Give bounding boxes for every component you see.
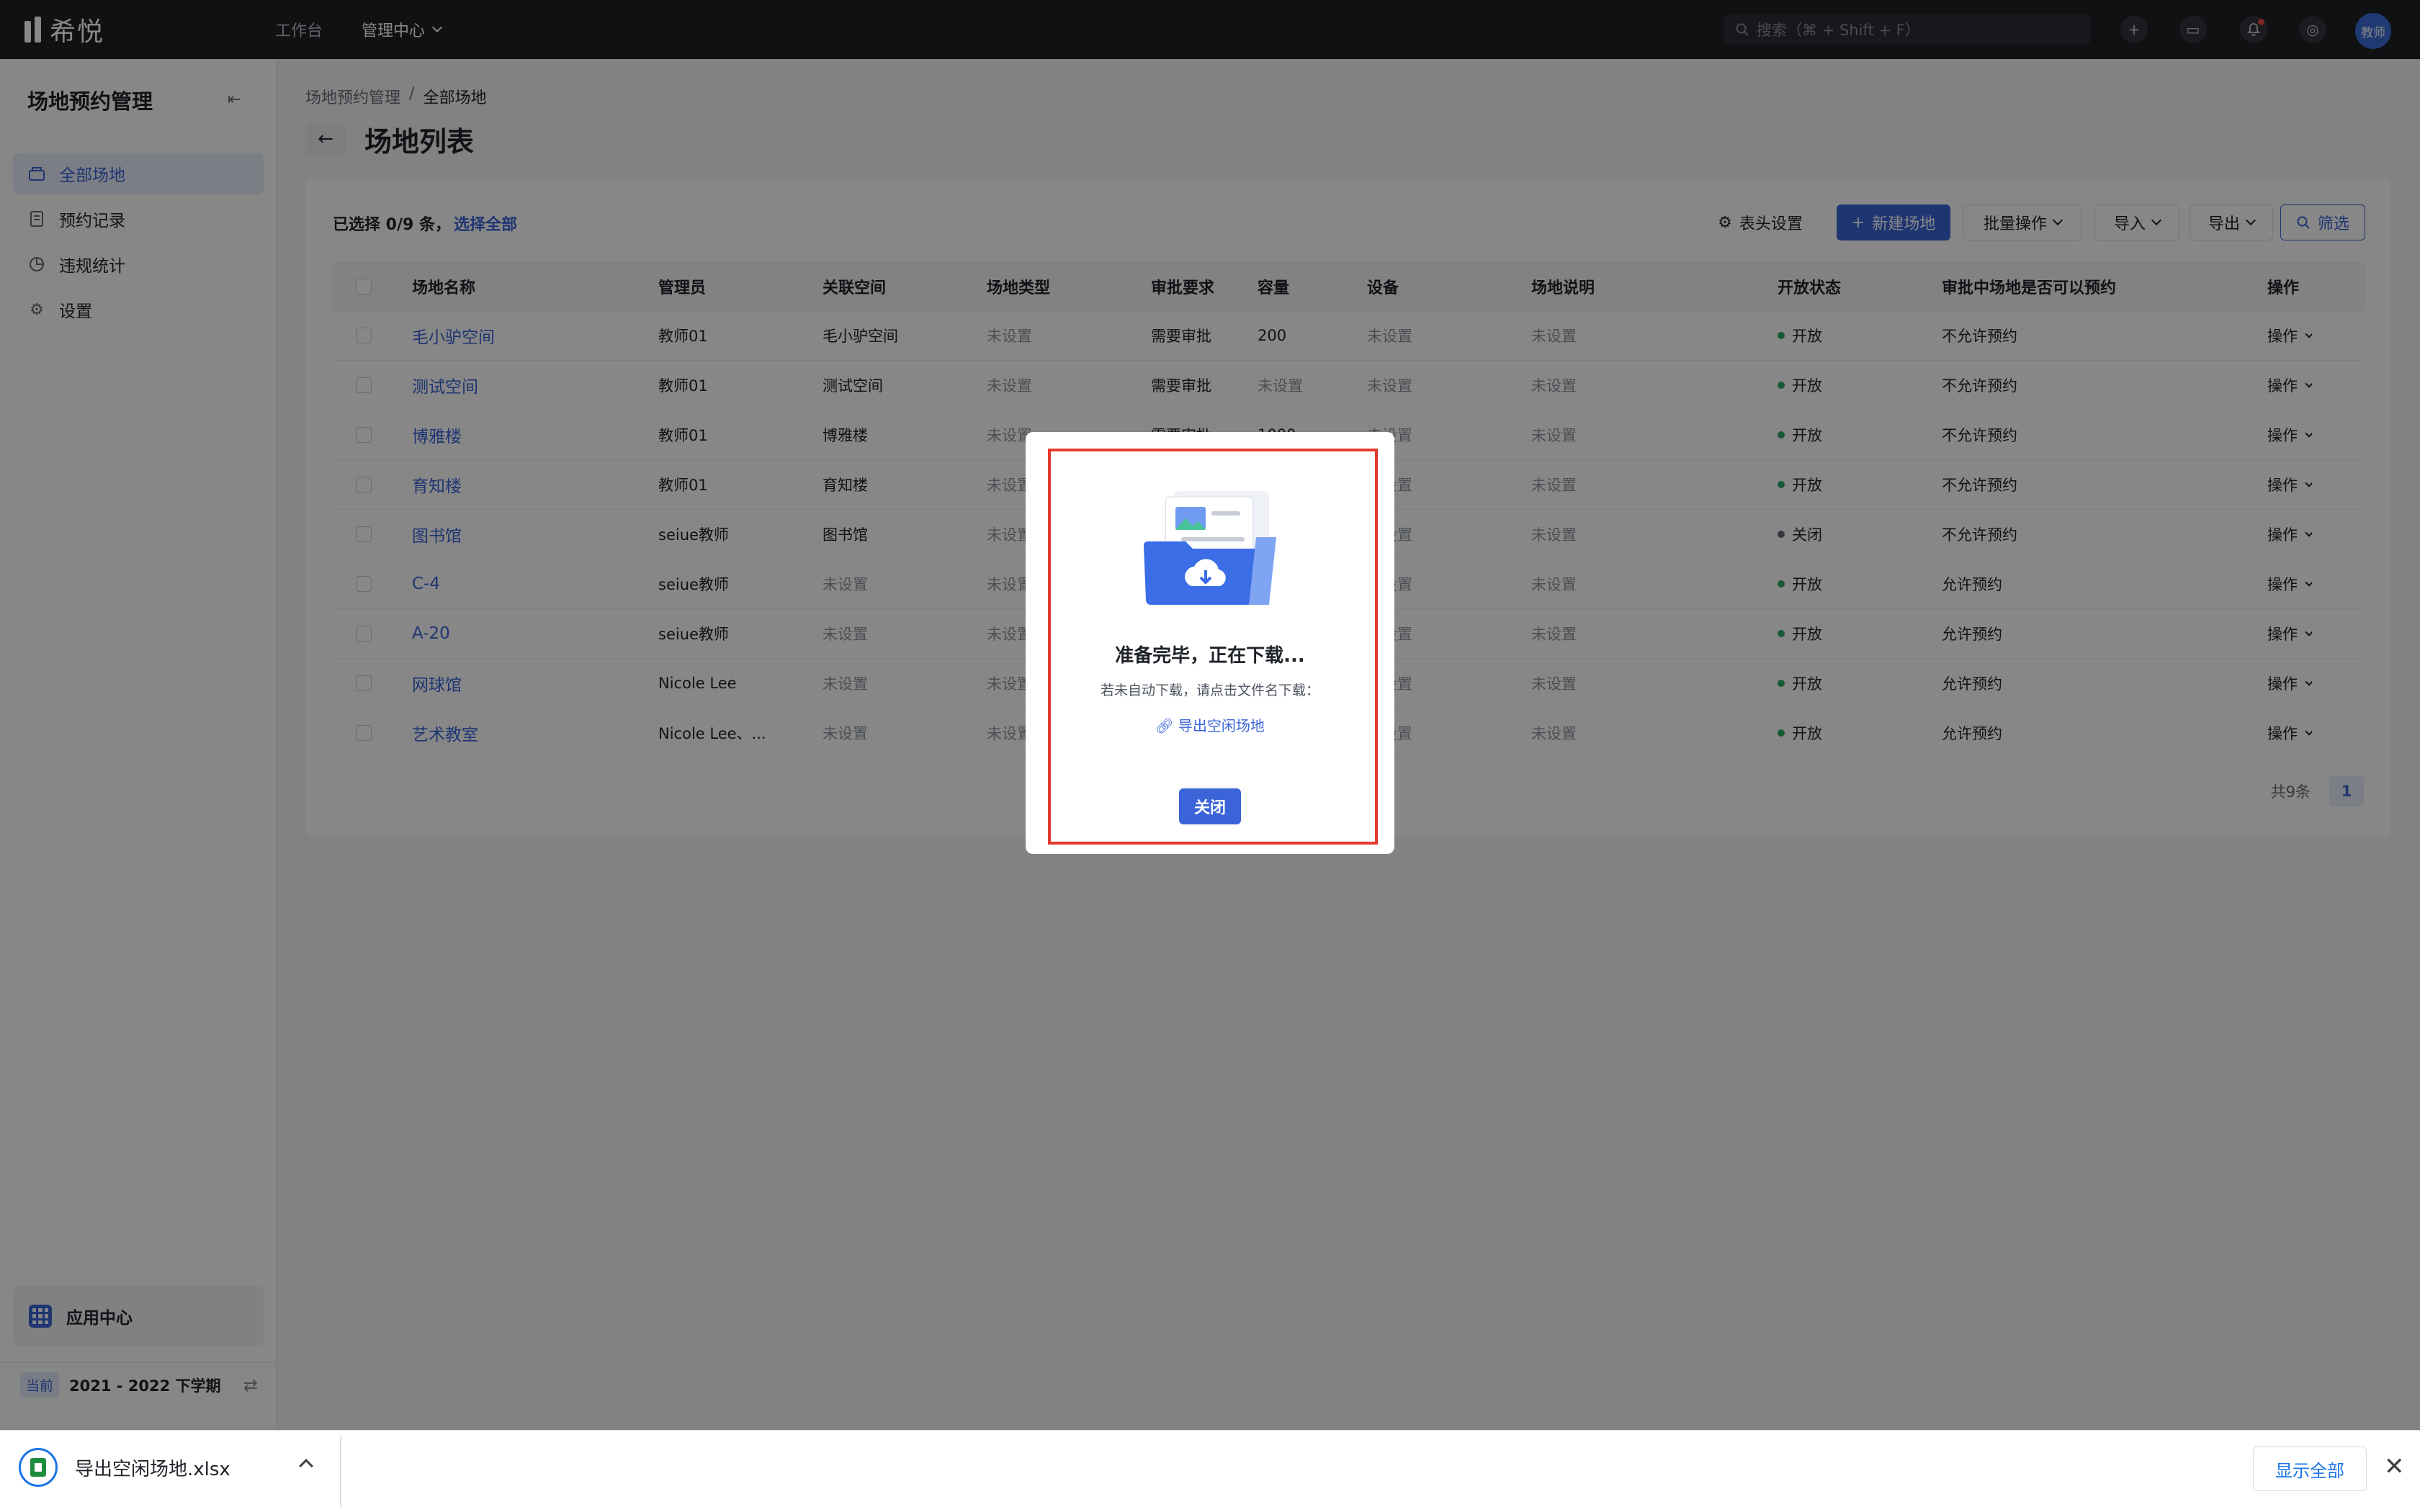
download-item[interactable]: 导出空闲场地.xlsx [19,1448,230,1487]
modal-title: 准备完毕，正在下载... [1115,645,1305,667]
export-file-link-label: 导出空闲场地 [1178,717,1265,734]
chevron-up-icon[interactable] [299,1459,313,1473]
excel-file-icon [19,1448,58,1487]
paperclip-icon: 🔗︎ [1155,717,1178,734]
download-filename: 导出空闲场地.xlsx [75,1458,230,1480]
show-all-button[interactable]: 显示全部 [2253,1446,2367,1491]
modal-hint: 若未自动下载，请点击文件名下载： [1100,683,1319,698]
close-button[interactable]: 关闭 [1179,788,1241,824]
export-file-link[interactable]: 🔗︎ 导出空闲场地 [1026,714,1394,735]
download-bar: 导出空闲场地.xlsx 显示全部 ✕ [0,1430,2420,1512]
download-modal: 准备完毕，正在下载... 若未自动下载，请点击文件名下载： 🔗︎ 导出空闲场地 … [1026,432,1394,854]
folder-download-illustration [1144,491,1276,605]
close-icon[interactable]: ✕ [2384,1452,2405,1481]
divider [340,1436,341,1507]
